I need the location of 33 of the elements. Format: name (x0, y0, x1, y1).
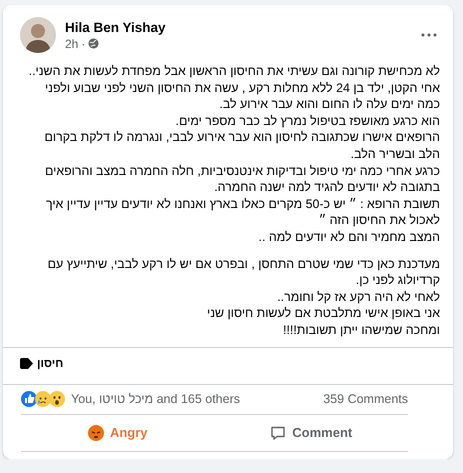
post-text-line: לאחי לא היה רקע אז קל וחומר.. (277, 288, 440, 306)
globe-icon (88, 38, 100, 49)
sad-face-icon (35, 391, 51, 407)
post-text-line: הוא כרגע מאושפז בטיפול נמרץ לב כבר מספר ימים. (176, 112, 440, 130)
hashtag[interactable]: חיסון (37, 358, 64, 370)
post-text-line: הלב ובשריר הלב. (350, 146, 440, 163)
comment-count[interactable]: 359 Comments (323, 392, 408, 406)
post-text-line: ומחכה שמישהו ייתן תשובות!!!! (283, 322, 440, 338)
separator-dot: · (81, 36, 86, 50)
post-text-line: כמה ימים עלה לו החום והוא עבר אירוע לב. (219, 96, 440, 113)
angry-face-icon (88, 424, 104, 440)
reaction-button[interactable]: Angry (21, 416, 214, 448)
post-text-line: הרופאים אישרו שכתגובה לחיסון הוא עבר אירוע לבבי, ונגרמה לו דלקת בקרום (44, 129, 440, 146)
post-text-line: כרגע אחרי כמה ימי טיפול ובדיקות אינטנסיביות, חלה החמרה במצב והרופאים (44, 162, 440, 180)
like-icon (21, 391, 37, 407)
post-text-line: לא מכחישת קורונה וגם עשיתי את החיסון הראשון אבל מפחדת לעשות את השני.. (28, 63, 440, 80)
post-text-line: אחי הקטן, ילד בן 24 ללא מחלות רקע , עשה את החיסון השני לפני שבוע ולפני (44, 80, 440, 96)
more-options-icon[interactable] (421, 33, 437, 37)
reactions-summary[interactable]: You, מיכל טויטו and 165 others (71, 392, 324, 406)
post-text-line: אני באופן אישי מתלבטת אם לעשות חיסון שני (206, 305, 440, 322)
comment-button[interactable]: Comment (214, 416, 408, 448)
post-text-line: תשובת הרופא : ״ יש כ-50 מקרים כאלו בארץ ואנחנו לא יודעים עדיין עדיין איך (46, 196, 440, 212)
wow-face-icon (49, 391, 65, 407)
post-text-line: קרדיולוג לפני כן. (356, 272, 440, 289)
post-text-line: בתגובה לא יודעים להגיד למה ישנה החמרה. (214, 179, 440, 196)
tag-icon (20, 358, 33, 369)
post-text-line: מעדכנת כאן כדי שמי שטרם התחסן , ובפרט אם יש לו רקע לבבי, שיתייעץ עם (48, 256, 440, 272)
speech-bubble-icon (270, 424, 286, 440)
post-time[interactable]: 2h (65, 36, 78, 50)
avatar[interactable] (20, 17, 56, 53)
author-name[interactable]: Hila Ben Yishay (65, 20, 412, 34)
post-text-line: לאכול את החיסון הזה ״ (318, 212, 440, 229)
post-text-line: המצב מחמיר והם לא יודעים למה .. (258, 228, 440, 246)
